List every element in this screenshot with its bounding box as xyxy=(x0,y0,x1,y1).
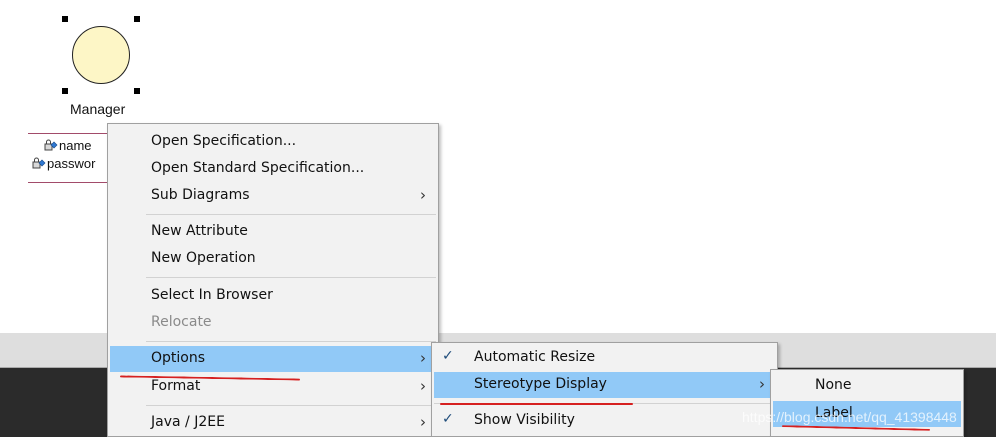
menu-separator xyxy=(146,405,436,406)
menu-item-open-specification[interactable]: Open Specification... xyxy=(110,129,436,155)
menu-item-new-operation[interactable]: New Operation xyxy=(110,246,436,272)
selection-handle[interactable] xyxy=(134,16,140,22)
diagram-canvas[interactable]: Manager name passwor Open Specification.… xyxy=(0,0,996,437)
context-menu: Open Specification... Open Standard Spec… xyxy=(107,123,439,437)
menu-separator xyxy=(146,277,436,278)
submenu-arrow-icon: › xyxy=(420,349,426,367)
menu-item-new-attribute[interactable]: New Attribute xyxy=(110,219,436,245)
submenu-arrow-icon: › xyxy=(420,377,426,395)
class-divider xyxy=(28,133,108,134)
selection-handle[interactable] xyxy=(62,16,68,22)
menu-item-options[interactable]: Options › xyxy=(110,346,436,372)
menu-separator xyxy=(146,214,436,215)
actor-circle xyxy=(72,26,130,84)
private-attribute-icon xyxy=(44,139,58,151)
attribute-row[interactable]: name xyxy=(44,138,92,153)
menu-item-relocate[interactable]: Relocate xyxy=(110,310,436,336)
attribute-row[interactable]: passwor xyxy=(32,156,95,171)
selection-handle[interactable] xyxy=(62,88,68,94)
menu-item-java-j2ee[interactable]: Java / J2EE › xyxy=(110,410,436,436)
menu-item-open-standard-specification[interactable]: Open Standard Specification... xyxy=(110,156,436,182)
class-divider xyxy=(28,182,108,183)
watermark: https://blog.csdn.net/qq_41398448 xyxy=(742,409,957,425)
checkmark-icon: ✓ xyxy=(442,411,454,427)
selection-handle[interactable] xyxy=(134,88,140,94)
menu-item-none[interactable]: None xyxy=(773,373,961,399)
private-attribute-icon xyxy=(32,157,46,169)
submenu-arrow-icon: › xyxy=(420,186,426,204)
submenu-arrow-icon: › xyxy=(759,375,765,393)
menu-item-sub-diagrams[interactable]: Sub Diagrams › xyxy=(110,183,436,209)
options-submenu: ✓ Automatic Resize Stereotype Display › … xyxy=(431,342,778,437)
menu-item-stereotype-display[interactable]: Stereotype Display › xyxy=(434,372,775,398)
annotation-underline xyxy=(440,403,633,405)
menu-separator xyxy=(146,341,436,342)
actor-label: Manager xyxy=(70,101,126,117)
checkmark-icon: ✓ xyxy=(442,348,454,364)
actor-shape[interactable] xyxy=(62,16,140,94)
submenu-arrow-icon: › xyxy=(420,413,426,431)
menu-item-automatic-resize[interactable]: ✓ Automatic Resize xyxy=(434,345,775,371)
attribute-name: passwor xyxy=(47,156,96,171)
attribute-name: name xyxy=(59,138,92,153)
menu-item-select-in-browser[interactable]: Select In Browser xyxy=(110,283,436,309)
menu-item-show-visibility[interactable]: ✓ Show Visibility xyxy=(434,408,775,434)
